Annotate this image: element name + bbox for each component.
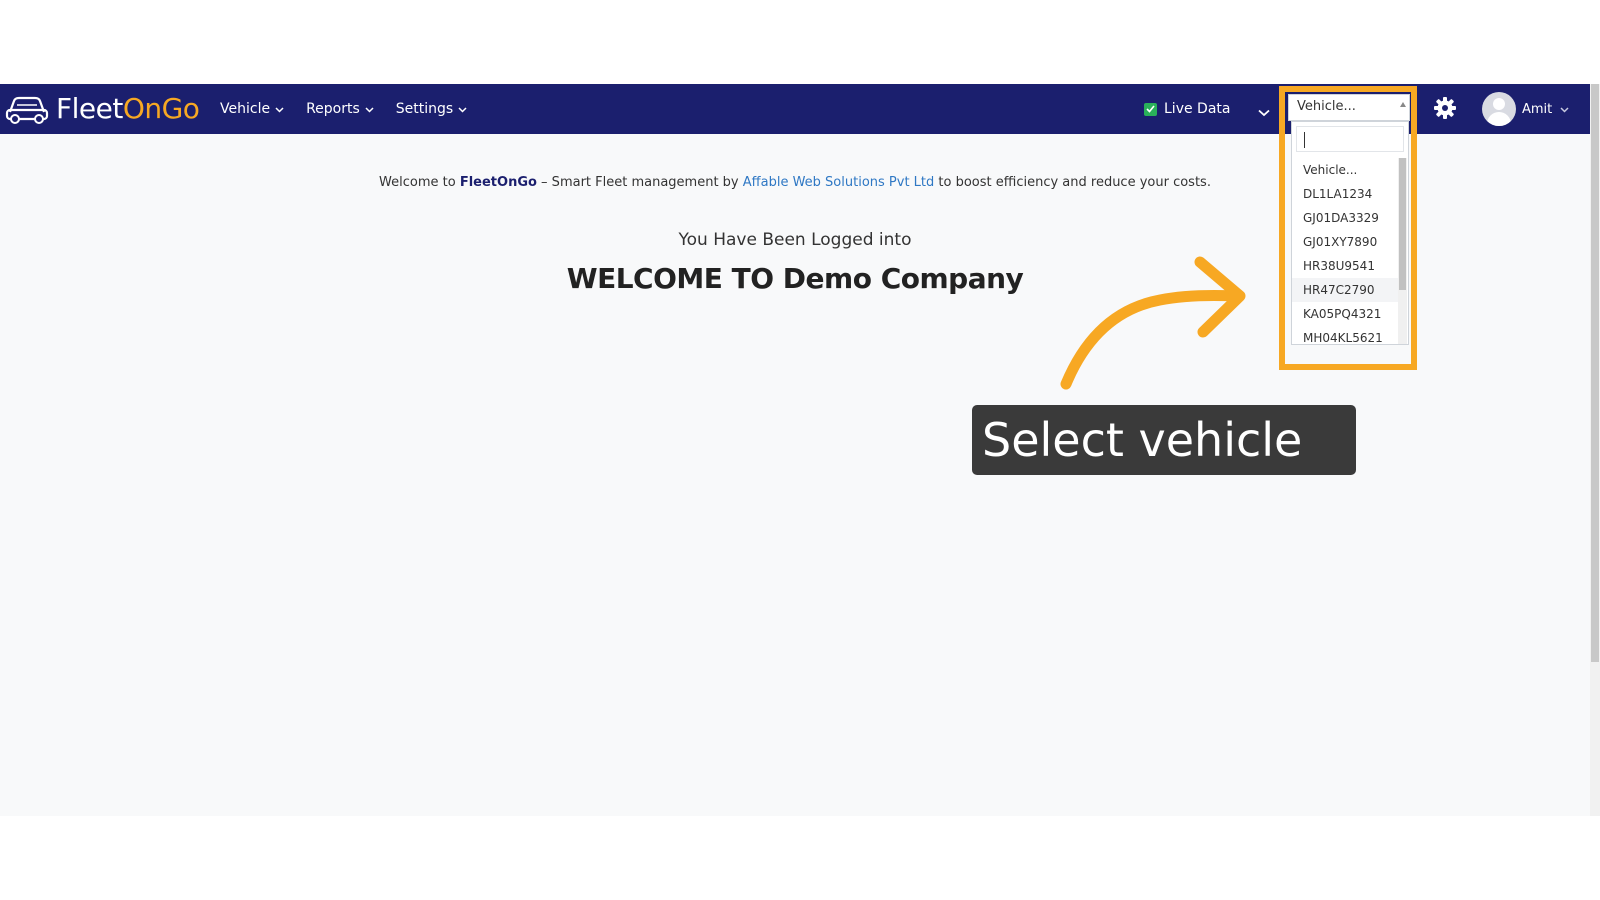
checkbox-checked-icon[interactable]: [1144, 102, 1157, 116]
nav-item-vehicle[interactable]: Vehicle: [220, 101, 284, 117]
caret-up-icon: [1400, 102, 1406, 107]
vehicle-dropdown: Vehicle... DL1LA1234 GJ01DA3329 GJ01XY78…: [1291, 121, 1409, 345]
brand-logo[interactable]: FleetOnGo: [4, 90, 200, 128]
vehicle-option-list: Vehicle... DL1LA1234 GJ01DA3329 GJ01XY78…: [1292, 158, 1398, 350]
company-link[interactable]: Affable Web Solutions Pvt Ltd: [743, 175, 935, 190]
gear-icon[interactable]: [1434, 97, 1456, 123]
nav-item-label: Vehicle: [220, 101, 271, 117]
chevron-down-icon: [365, 101, 374, 117]
dropdown-scroll-thumb[interactable]: [1399, 158, 1406, 290]
vehicle-select[interactable]: Vehicle...: [1288, 94, 1410, 121]
chevron-down-icon: [458, 101, 467, 117]
brand-name: FleetOnGo: [56, 92, 200, 125]
page-scroll-thumb[interactable]: [1591, 84, 1599, 662]
nav-item-label: Settings: [395, 101, 454, 117]
vehicle-option[interactable]: GJ01DA3329: [1292, 206, 1398, 230]
vehicle-option[interactable]: MH04KL5621: [1292, 326, 1398, 350]
curved-arrow-icon: [1060, 256, 1246, 390]
vehicle-option[interactable]: HR38U9541: [1292, 254, 1398, 278]
page-scrollbar[interactable]: [1590, 84, 1600, 816]
car-logo-icon: [4, 92, 50, 126]
chevron-down-icon: [1560, 102, 1569, 117]
vehicle-option[interactable]: DL1LA1234: [1292, 182, 1398, 206]
brand-name-part1: Fleet: [56, 92, 123, 125]
chevron-down-icon: [275, 101, 284, 117]
live-data-label: Live Data: [1164, 101, 1231, 117]
nav-item-label: Reports: [306, 101, 360, 117]
vehicle-option[interactable]: KA05PQ4321: [1292, 302, 1398, 326]
main-nav: Vehicle Reports Settings: [220, 84, 489, 134]
brand-name-part2: OnGo: [122, 92, 200, 125]
live-data-toggle[interactable]: Live Data: [1144, 84, 1230, 134]
welcome-brand: FleetOnGo: [459, 175, 537, 190]
instruction-callout: Select vehicle: [972, 405, 1356, 475]
user-menu[interactable]: Amit: [1482, 92, 1569, 126]
welcome-suffix: to boost efficiency and reduce your cost…: [934, 175, 1211, 190]
nav-item-reports[interactable]: Reports: [306, 101, 374, 117]
vehicle-option[interactable]: Vehicle...: [1292, 158, 1398, 182]
user-name: Amit: [1522, 101, 1553, 117]
vehicle-option[interactable]: GJ01XY7890: [1292, 230, 1398, 254]
chevron-down-icon[interactable]: [1258, 102, 1270, 121]
vehicle-select-value: Vehicle...: [1297, 99, 1356, 114]
welcome-middle: – Smart Fleet management by: [536, 175, 743, 190]
nav-item-settings[interactable]: Settings: [396, 101, 467, 117]
welcome-prefix: Welcome to: [379, 175, 456, 190]
text-cursor: [1304, 132, 1305, 148]
avatar-icon: [1482, 92, 1516, 126]
dropdown-scrollbar[interactable]: [1398, 158, 1407, 344]
vehicle-search-input[interactable]: [1296, 126, 1404, 152]
vehicle-option[interactable]: HR47C2790: [1292, 278, 1398, 302]
